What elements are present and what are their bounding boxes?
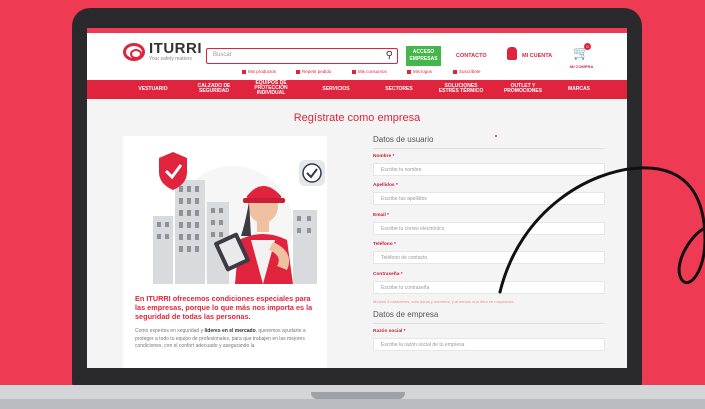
decorative-scribble [498,166,705,294]
